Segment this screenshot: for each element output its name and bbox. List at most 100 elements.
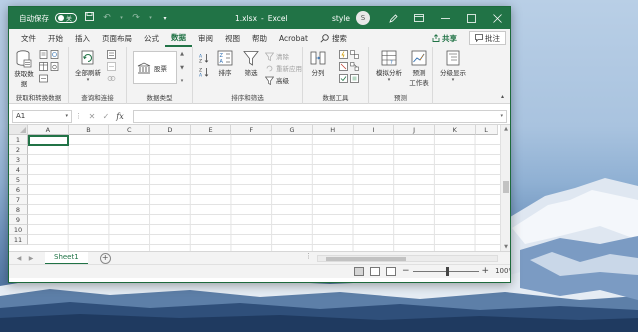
sort-descending-button[interactable]: ZA	[199, 67, 209, 77]
pen-icon[interactable]	[380, 7, 406, 29]
user-name[interactable]: style	[332, 14, 350, 23]
queries-connections-button[interactable]	[107, 50, 116, 59]
row-header[interactable]: 1	[9, 135, 28, 145]
horizontal-scrollbar[interactable]	[317, 255, 498, 262]
vertical-scroll-thumb[interactable]	[503, 181, 509, 193]
from-table-button[interactable]	[39, 62, 59, 71]
redo-icon[interactable]: ↷	[130, 13, 142, 23]
active-cell[interactable]	[28, 135, 69, 146]
prev-sheet-icon[interactable]: ◀	[13, 255, 25, 262]
column-header[interactable]: E	[190, 125, 232, 135]
row-header[interactable]: 6	[9, 185, 28, 195]
column-header[interactable]: H	[312, 125, 354, 135]
vertical-scrollbar[interactable]: ▲ ▼	[500, 125, 510, 251]
from-text-button[interactable]	[39, 50, 59, 59]
column-header[interactable]: D	[150, 125, 191, 135]
tab-formulas[interactable]: 公式	[138, 29, 165, 47]
remove-duplicates-button[interactable]	[339, 62, 359, 71]
flash-fill-button[interactable]	[339, 50, 359, 59]
column-header[interactable]: B	[68, 125, 110, 135]
select-all-button[interactable]	[9, 125, 28, 135]
tab-data[interactable]: 数据	[165, 29, 192, 47]
sheet-tab-sheet1[interactable]: Sheet1	[45, 251, 88, 265]
row-header[interactable]: 11	[9, 235, 28, 245]
minimize-button[interactable]	[432, 7, 458, 29]
column-header[interactable]: I	[353, 125, 395, 135]
undo-icon[interactable]: ↶	[101, 13, 113, 23]
zoom-slider[interactable]	[412, 266, 479, 276]
tab-home[interactable]: 开始	[42, 29, 69, 47]
column-header[interactable]: F	[231, 125, 273, 135]
save-icon[interactable]	[83, 12, 95, 24]
tab-review[interactable]: 审阅	[192, 29, 219, 47]
expand-formula-icon[interactable]: ▾	[500, 113, 503, 119]
page-layout-view-icon[interactable]	[370, 267, 380, 276]
customize-toolbar-icon[interactable]: ▾	[159, 15, 171, 22]
cell-area[interactable]	[28, 135, 500, 251]
zoom-slider-knob[interactable]	[445, 266, 449, 276]
row-header[interactable]: 5	[9, 175, 28, 185]
collapse-ribbon-icon[interactable]: ▴	[501, 93, 504, 100]
tab-insert[interactable]: 插入	[69, 29, 96, 47]
name-box[interactable]: A1 ▾	[12, 109, 72, 123]
column-header[interactable]: C	[109, 125, 151, 135]
tab-split-handle[interactable]: ⋮	[305, 252, 312, 260]
add-sheet-button[interactable]: +	[99, 252, 111, 264]
column-header[interactable]: A	[28, 125, 69, 135]
edit-links-button[interactable]	[107, 74, 116, 83]
advanced-filter-button[interactable]: 高级	[265, 75, 289, 85]
search-box[interactable]: 搜索	[320, 33, 347, 44]
clear-filter-button[interactable]: 清除	[265, 51, 289, 61]
existing-connections-button[interactable]	[39, 74, 48, 83]
tab-view[interactable]: 视图	[219, 29, 246, 47]
tab-file[interactable]: 文件	[15, 29, 42, 47]
column-header[interactable]: K	[434, 125, 476, 135]
zoom-level[interactable]: 100%	[495, 267, 510, 275]
scroll-down-icon[interactable]: ▼	[501, 244, 510, 250]
outline-button[interactable]: 分级显示 ▾	[435, 50, 471, 83]
cancel-icon[interactable]: ✕	[85, 112, 99, 121]
row-header[interactable]: 7	[9, 195, 28, 205]
enter-icon[interactable]: ✓	[99, 112, 113, 121]
data-validation-button[interactable]	[339, 74, 359, 83]
row-header[interactable]: 2	[9, 145, 28, 155]
forecast-sheet-button[interactable]: 预测 工作表	[407, 50, 431, 87]
share-button[interactable]: 共享	[427, 31, 462, 45]
ribbon-display-icon[interactable]	[406, 7, 432, 29]
maximize-button[interactable]	[458, 7, 484, 29]
scroll-up-icon[interactable]: ▲	[501, 126, 510, 132]
row-header[interactable]: 10	[9, 225, 28, 235]
autosave-toggle[interactable]: 关	[55, 13, 77, 23]
text-to-columns-button[interactable]: 分列	[307, 50, 329, 77]
properties-button[interactable]	[107, 62, 116, 71]
sort-ascending-button[interactable]: AZ	[199, 53, 209, 63]
zoom-in-button[interactable]: +	[482, 266, 490, 276]
tab-help[interactable]: 帮助	[246, 29, 273, 47]
page-break-view-icon[interactable]	[386, 267, 396, 276]
column-header[interactable]: L	[475, 125, 498, 135]
row-header[interactable]: 3	[9, 155, 28, 165]
horizontal-scroll-thumb[interactable]	[326, 257, 406, 261]
row-header[interactable]: 8	[9, 205, 28, 215]
row-header[interactable]: 4	[9, 165, 28, 175]
filter-button[interactable]: 筛选	[240, 50, 262, 77]
row-header[interactable]: 9	[9, 215, 28, 225]
normal-view-icon[interactable]	[354, 267, 364, 276]
reapply-button[interactable]: 重新应用	[265, 63, 302, 73]
avatar[interactable]: S	[356, 11, 370, 25]
tab-page-layout[interactable]: 页面布局	[96, 29, 138, 47]
stocks-data-type[interactable]: 股票	[133, 51, 177, 84]
data-type-gallery-scroll[interactable]: ▲ ▼ ▾	[179, 51, 185, 84]
undo-dropdown-icon[interactable]: ▾	[119, 15, 124, 21]
column-header[interactable]: G	[272, 125, 313, 135]
column-header[interactable]: J	[394, 125, 435, 135]
tab-acrobat[interactable]: Acrobat	[273, 29, 314, 47]
next-sheet-icon[interactable]: ▶	[25, 255, 37, 262]
sort-button[interactable]: Z A 排序	[213, 50, 237, 77]
zoom-out-button[interactable]: −	[402, 266, 410, 276]
insert-function-icon[interactable]: fx	[113, 112, 127, 121]
redo-dropdown-icon[interactable]: ▾	[148, 15, 153, 21]
formula-input[interactable]: ▾	[133, 109, 507, 123]
get-data-button[interactable]: 获取数 据	[13, 50, 35, 88]
refresh-all-button[interactable]: 全部刷新 ▾	[73, 50, 103, 83]
